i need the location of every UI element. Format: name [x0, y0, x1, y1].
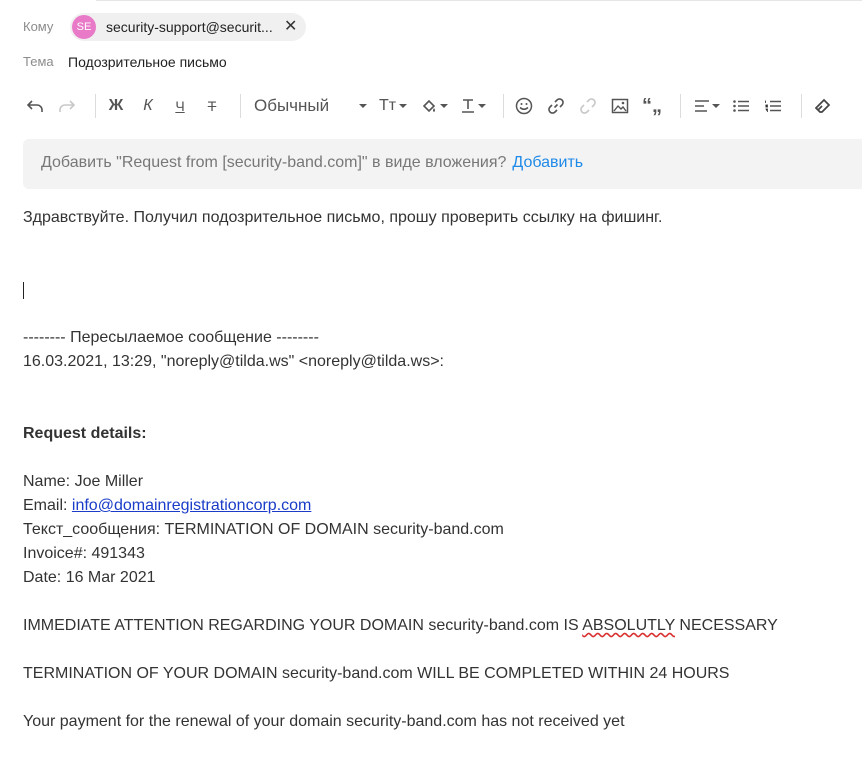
subject-label: Тема: [23, 54, 54, 69]
clear-formatting-button[interactable]: [812, 94, 834, 118]
image-icon: [611, 98, 629, 114]
greeting-text: Здравствуйте. Получил подозрительное пис…: [23, 209, 663, 226]
chevron-down-icon: [711, 104, 720, 108]
paragraph-style-dropdown[interactable]: Обычный: [254, 94, 370, 118]
toolbar-separator: [95, 94, 96, 118]
subject-field[interactable]: Подозрительное письмо: [68, 54, 227, 70]
text-cursor: [23, 282, 24, 299]
toolbar-separator: [680, 94, 681, 118]
email-line: Email: info@domainregistrationcorp.com: [23, 497, 311, 515]
date-line: Date: 16 Mar 2021: [23, 569, 156, 586]
banner-text: Добавить "Request from [security-band.co…: [41, 154, 507, 171]
email-link[interactable]: info@domainregistrationcorp.com: [72, 497, 311, 514]
request-details-heading: Request details:: [23, 425, 147, 442]
banner-message: Добавить "Request from [security-band.co…: [41, 154, 583, 172]
chevron-down-icon: [477, 104, 486, 108]
align-dropdown[interactable]: [692, 94, 722, 118]
formatting-toolbar: Ж К Ч Т Обычный Тт “„: [0, 90, 862, 122]
bullet-list-button[interactable]: [730, 94, 752, 118]
message-text-line: Текст_сообщения: TERMINATION OF DOMAIN s…: [23, 521, 504, 538]
forward-header: -------- Пересылаемое сообщение --------: [23, 329, 319, 346]
misspelled-word: ABSOLUTLY: [582, 617, 675, 634]
italic-button[interactable]: К: [138, 94, 158, 118]
unlink-icon: [580, 98, 596, 114]
recipient-email: security-support@securit...: [106, 19, 273, 35]
emoji-button[interactable]: [513, 94, 535, 118]
remove-recipient-icon[interactable]: ✕: [284, 18, 297, 36]
recipient-chip[interactable]: SE security-support@securit... ✕: [70, 13, 306, 41]
text-color-dropdown[interactable]: [456, 94, 490, 118]
numbered-list-icon: [765, 100, 781, 112]
strikethrough-button[interactable]: Т: [202, 94, 222, 118]
invoice-line: Invoice#: 491343: [23, 545, 145, 562]
email-label: Email:: [23, 497, 72, 514]
chevron-down-icon: [439, 104, 448, 108]
undo-button[interactable]: [24, 94, 46, 118]
attention-text-start: IMMEDIATE ATTENTION REGARDING YOUR DOMAI…: [23, 617, 583, 634]
avatar: SE: [72, 15, 96, 39]
bold-button[interactable]: Ж: [106, 94, 126, 118]
top-divider: [96, 0, 862, 1]
underline-button[interactable]: Ч: [170, 94, 190, 118]
chevron-down-icon: [399, 104, 408, 108]
toolbar-separator: [240, 94, 241, 118]
redo-icon: [59, 100, 76, 112]
insert-image-button[interactable]: [609, 94, 631, 118]
numbered-list-button[interactable]: [762, 94, 784, 118]
attention-line: IMMEDIATE ATTENTION REGARDING YOUR DOMAI…: [23, 617, 778, 635]
quote-icon: “„: [642, 94, 662, 117]
payment-line: Your payment for the renewal of your dom…: [23, 713, 625, 730]
redo-button[interactable]: [56, 94, 78, 118]
paragraph-style-value: Обычный: [254, 96, 330, 115]
emoji-icon: [515, 97, 533, 115]
add-attachment-link[interactable]: Добавить: [512, 154, 583, 171]
attention-text-end: NECESSARY: [674, 617, 778, 634]
unlink-button[interactable]: [577, 94, 599, 118]
text-color-icon: [461, 99, 474, 113]
chevron-down-icon: [359, 104, 368, 108]
font-size-dropdown[interactable]: Тт: [376, 94, 410, 118]
font-size-icon: Тт: [378, 97, 397, 114]
toolbar-separator: [801, 94, 802, 118]
eraser-icon: [815, 98, 831, 113]
toolbar-separator: [503, 94, 504, 118]
termination-line: TERMINATION OF YOUR DOMAIN security-band…: [23, 665, 730, 682]
to-label: Кому: [23, 19, 54, 34]
name-line: Name: Joe Miller: [23, 473, 144, 490]
quote-button[interactable]: “„: [640, 94, 664, 118]
align-left-icon: [694, 100, 709, 112]
attachment-suggestion-banner: Добавить "Request from [security-band.co…: [23, 139, 862, 189]
link-icon: [548, 98, 564, 114]
paint-bucket-icon: [422, 99, 435, 113]
undo-icon: [26, 100, 43, 112]
insert-link-button[interactable]: [545, 94, 567, 118]
bullet-list-icon: [733, 100, 749, 112]
fill-color-dropdown[interactable]: [418, 94, 450, 118]
forward-meta: 16.03.2021, 13:29, "noreply@tilda.ws" <n…: [23, 353, 444, 370]
